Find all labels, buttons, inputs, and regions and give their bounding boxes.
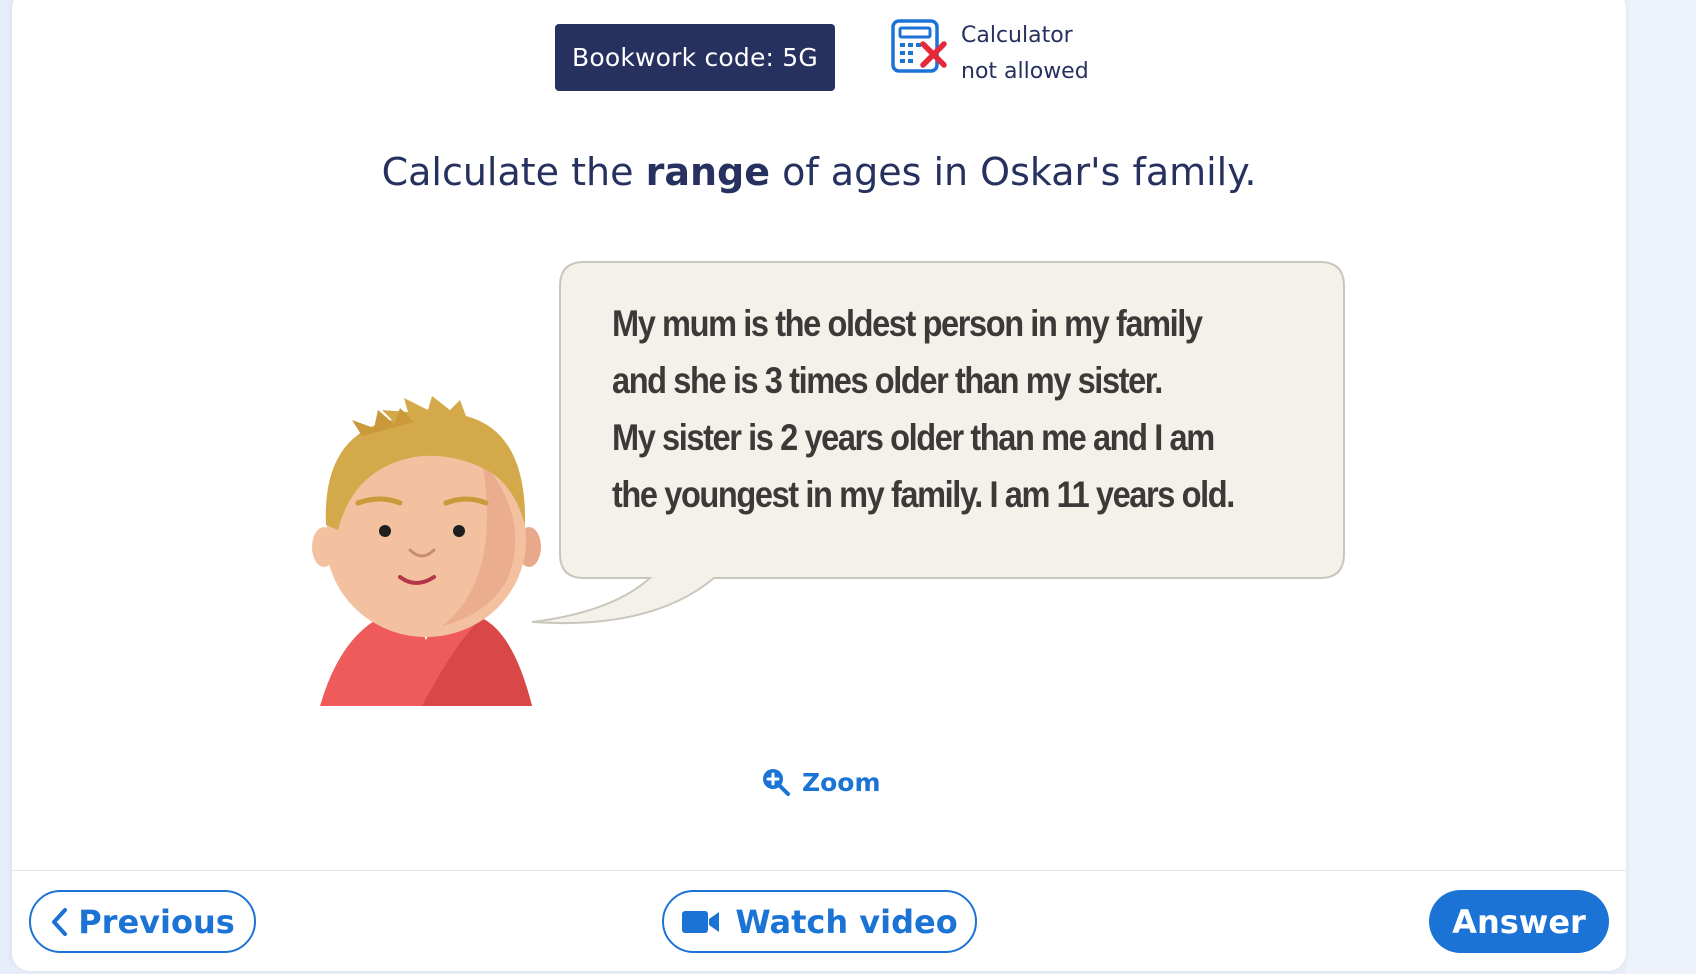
left-background-strip — [0, 0, 12, 974]
speech-line: the youngest in my family. I am 11 years… — [612, 474, 1235, 515]
footer-divider — [12, 870, 1626, 871]
calculator-text: Calculator not allowed — [961, 18, 1089, 90]
question-suffix: of ages in Oskar's family. — [770, 150, 1257, 194]
calculator-label: Calculator — [961, 23, 1073, 48]
right-background-strip — [1626, 0, 1696, 974]
chevron-left-icon — [52, 907, 68, 936]
calculator-not-allowed-label: not allowed — [961, 59, 1089, 84]
watch-video-button[interactable]: Watch video — [662, 890, 977, 953]
calculator-not-allowed-icon — [891, 19, 947, 73]
previous-button[interactable]: Previous — [29, 890, 256, 953]
question-illustration: My mum is the oldest person in my family… — [282, 260, 1362, 720]
question-keyword: range — [645, 150, 770, 194]
zoom-in-icon — [763, 769, 790, 796]
watch-video-label: Watch video — [735, 902, 958, 941]
bookwork-code-badge: Bookwork code: 5G — [555, 24, 835, 91]
oskar-character — [312, 396, 541, 706]
video-camera-icon — [682, 910, 720, 933]
answer-button[interactable]: Answer — [1429, 890, 1609, 953]
previous-label: Previous — [78, 902, 235, 941]
speech-line: My mum is the oldest person in my family — [612, 303, 1203, 344]
speech-line: and she is 3 times older than my sister. — [612, 360, 1163, 401]
question-text: Calculate the range of ages in Oskar's f… — [12, 142, 1626, 202]
question-card: Bookwork code: 5G Calculator not allowed… — [12, 0, 1626, 971]
speech-bubble-text: My mum is the oldest person in my family… — [612, 295, 1246, 523]
speech-line: My sister is 2 years older than me and I… — [612, 417, 1215, 458]
zoom-label: Zoom — [802, 767, 881, 797]
calculator-status: Calculator not allowed — [877, 18, 1147, 88]
question-prefix: Calculate the — [381, 150, 646, 194]
zoom-button[interactable]: Zoom — [762, 762, 881, 802]
